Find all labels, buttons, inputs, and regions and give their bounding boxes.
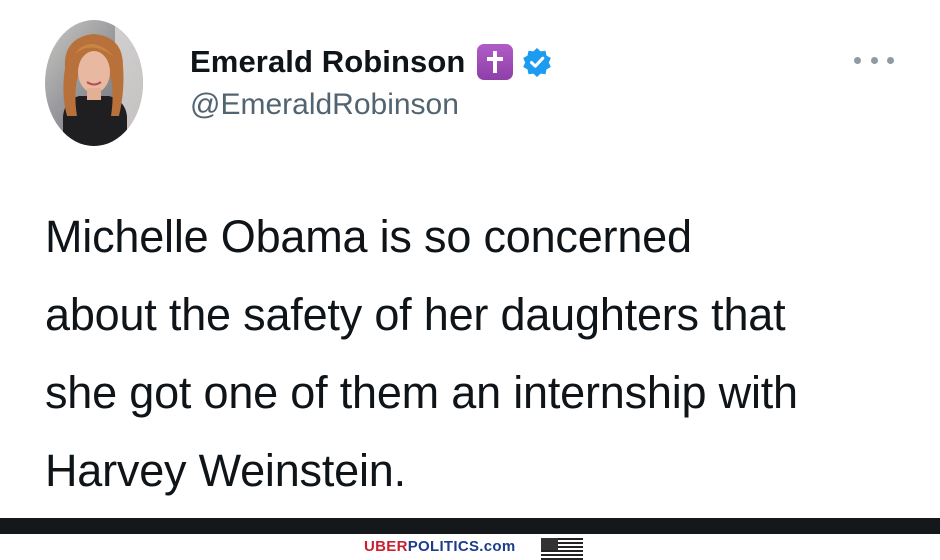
author-handle[interactable]: @EmeraldRobinson	[190, 88, 459, 122]
brand-part-1: UBER	[364, 538, 408, 555]
brand-part-2: POLITICS.com	[407, 538, 516, 555]
avatar[interactable]	[45, 20, 143, 146]
tweet-text-line: about the safety of her daughters that	[45, 289, 786, 340]
tweet-text-line: Michelle Obama is so concerned	[45, 211, 692, 262]
tweet-text-line: Harvey Weinstein.	[45, 445, 406, 496]
latin-cross-emoji-icon	[477, 44, 514, 80]
tweet-card: Emerald Robinson @EmeraldRobinson Michel…	[0, 0, 940, 518]
site-watermark: UBERPOLITICS.com	[364, 538, 515, 555]
author-display-name[interactable]: Emerald Robinson	[190, 44, 465, 80]
author-row: Emerald Robinson	[190, 40, 552, 84]
footer-divider	[0, 518, 940, 534]
american-flag-icon	[541, 538, 583, 560]
tweet-text: Michelle Obama is so concerned about the…	[45, 198, 915, 510]
more-dot	[854, 56, 861, 64]
more-dot	[887, 56, 894, 64]
verified-badge-icon	[522, 47, 552, 77]
more-dot	[870, 56, 878, 64]
avatar-image	[45, 20, 143, 146]
tweet-text-line: she got one of them an internship with	[45, 367, 798, 418]
watermark-footer: UBERPOLITICS.com	[0, 518, 940, 560]
more-options-icon[interactable]	[854, 50, 894, 70]
